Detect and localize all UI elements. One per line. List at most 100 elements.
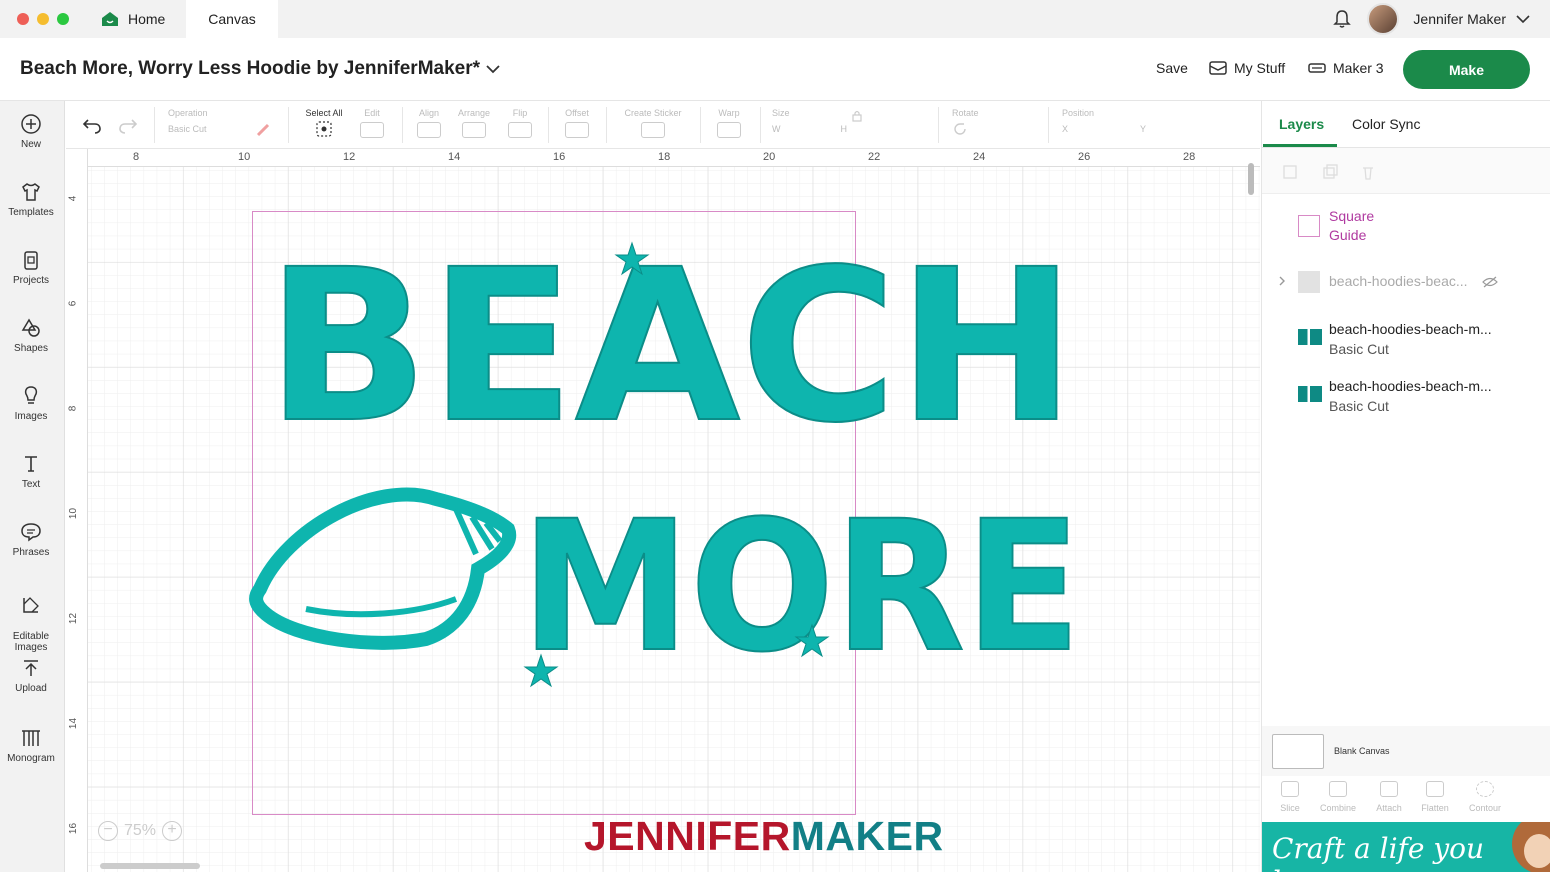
flatten-button[interactable]: Flatten xyxy=(1410,781,1460,813)
machine-selector[interactable]: Maker 3 xyxy=(1308,60,1384,76)
user-menu[interactable]: Jennifer Maker xyxy=(1333,0,1530,38)
chevron-down-icon[interactable] xyxy=(486,64,500,74)
minimize-window-button[interactable] xyxy=(37,13,49,25)
my-stuff-button[interactable]: My Stuff xyxy=(1209,60,1285,76)
attach-button[interactable]: Attach xyxy=(1364,781,1414,813)
maximize-window-button[interactable] xyxy=(57,13,69,25)
attach-label: Attach xyxy=(1376,803,1402,813)
lock-icon[interactable] xyxy=(852,110,862,122)
blank-canvas-layer[interactable]: Blank Canvas xyxy=(1262,726,1550,776)
blank-canvas-swatch[interactable] xyxy=(1272,734,1324,769)
chevron-right-icon[interactable] xyxy=(1278,275,1286,287)
ruler-tick-label: 26 xyxy=(1078,151,1091,163)
slice-icon xyxy=(1281,781,1299,797)
sidebar-label: Templates xyxy=(8,207,54,218)
ruler-tick-label: 12 xyxy=(343,151,356,163)
layer-group[interactable]: beach-hoodies-beac... xyxy=(1262,269,1550,297)
size-height-field[interactable]: H xyxy=(841,124,848,134)
pen-color-icon[interactable] xyxy=(256,123,272,137)
sidebar-item-text[interactable]: Text xyxy=(0,453,62,490)
warp-button[interactable]: Warp xyxy=(712,108,746,138)
edit-toolbar: Operation Basic Cut Select All Edit Alig… xyxy=(66,101,1260,149)
watermark-part-jennifer: JENNIFER xyxy=(584,813,791,859)
arrange-button[interactable]: Arrange xyxy=(454,108,494,138)
duplicate-icon[interactable] xyxy=(1322,164,1338,180)
layer-item[interactable]: Square Guide xyxy=(1262,205,1550,249)
ruler-tick-label: 8 xyxy=(133,151,140,163)
machine-icon xyxy=(1308,63,1326,73)
flip-button[interactable]: Flip xyxy=(506,108,534,138)
beach-more-design[interactable]: BEACH MORE xyxy=(246,209,1146,729)
position-x-field[interactable]: X xyxy=(1062,124,1068,134)
banner-text: Craft a life you love xyxy=(1272,832,1485,872)
sidebar-item-templates[interactable]: Templates xyxy=(0,181,62,218)
layer-name: Square xyxy=(1329,208,1375,224)
trash-icon[interactable] xyxy=(1360,164,1376,180)
edit-button[interactable]: Edit xyxy=(358,108,386,138)
combine-button[interactable]: Combine xyxy=(1313,781,1363,813)
contour-button[interactable]: Contour xyxy=(1460,781,1510,813)
sidebar-item-monogram[interactable]: Monogram xyxy=(0,727,62,764)
create-sticker-button[interactable]: Create Sticker xyxy=(618,108,688,138)
zoom-in-button[interactable]: + xyxy=(162,821,183,841)
slice-button[interactable]: Slice xyxy=(1265,781,1315,813)
undo-icon[interactable] xyxy=(82,118,102,134)
tab-color-sync[interactable]: Color Sync xyxy=(1352,116,1420,132)
offset-button[interactable]: Offset xyxy=(560,108,594,138)
seashell-graphic xyxy=(249,487,517,650)
sidebar-item-phrases[interactable]: Phrases xyxy=(0,521,62,558)
sidebar-item-upload[interactable]: Upload xyxy=(0,657,62,694)
align-icon xyxy=(417,122,441,138)
tab-layers[interactable]: Layers xyxy=(1279,116,1324,132)
toolbar-divider xyxy=(606,107,607,143)
select-all-button[interactable]: Select All xyxy=(302,108,346,139)
tab-canvas[interactable]: Canvas xyxy=(186,0,278,38)
layer-subtitle: Guide xyxy=(1329,227,1367,243)
ruler-vertical: 4 6 8 10 12 14 16 xyxy=(66,149,88,872)
layer-item[interactable]: beach-hoodies-beach-m... Basic Cut xyxy=(1262,319,1550,359)
make-button[interactable]: Make xyxy=(1403,50,1530,89)
sidebar-label: Editable Images xyxy=(12,631,50,653)
select-all-icon xyxy=(316,121,332,137)
save-button[interactable]: Save xyxy=(1156,60,1188,76)
sidebar-item-projects[interactable]: Projects xyxy=(0,249,62,286)
shirt-icon xyxy=(22,183,40,201)
group-icon[interactable] xyxy=(1282,164,1298,180)
bell-icon[interactable] xyxy=(1333,9,1352,29)
layer-name: beach-hoodies-beac... xyxy=(1329,273,1468,289)
align-button[interactable]: Align xyxy=(414,108,444,138)
tab-home[interactable]: Home xyxy=(86,0,186,38)
operation-dropdown[interactable]: Operation Basic Cut xyxy=(168,108,248,134)
close-window-button[interactable] xyxy=(17,13,29,25)
zoom-out-button[interactable]: − xyxy=(98,821,118,841)
ruler-tick-label: 10 xyxy=(68,507,80,520)
sidebar-item-images[interactable]: Images xyxy=(0,385,62,422)
size-width-field[interactable]: W xyxy=(772,124,781,134)
eye-hidden-icon[interactable] xyxy=(1482,276,1498,288)
chevron-down-icon[interactable] xyxy=(1516,14,1530,24)
sidebar-item-shapes[interactable]: Shapes xyxy=(0,317,62,354)
horizontal-scrollbar[interactable] xyxy=(100,863,200,869)
sidebar-item-new[interactable]: New xyxy=(0,113,62,150)
user-name: Jennifer Maker xyxy=(1413,11,1506,27)
layer-thumbnail xyxy=(1298,386,1322,402)
rotate-field[interactable]: Rotate xyxy=(952,108,1032,138)
project-title[interactable]: Beach More, Worry Less Hoodie by Jennife… xyxy=(20,58,480,80)
vertical-scrollbar[interactable] xyxy=(1248,163,1254,195)
avatar[interactable] xyxy=(1367,3,1400,35)
position-y-field[interactable]: Y xyxy=(1140,124,1146,134)
tab-canvas-label: Canvas xyxy=(208,11,256,27)
blank-canvas-label: Blank Canvas xyxy=(1334,746,1390,756)
redo-icon[interactable] xyxy=(118,118,138,134)
design-text-more: MORE xyxy=(521,483,1081,692)
editable-image-icon xyxy=(23,597,39,613)
upload-icon xyxy=(24,660,38,676)
layer-item[interactable]: beach-hoodies-beach-m... Basic Cut xyxy=(1262,376,1550,416)
lightbulb-icon xyxy=(24,386,38,404)
ruler-tick-label: 16 xyxy=(553,151,566,163)
layers-panel: Layers Color Sync Square Guide beach-hoo… xyxy=(1261,101,1550,872)
select-all-label: Select All xyxy=(305,108,343,118)
sidebar-item-editable-images[interactable]: Editable Images xyxy=(0,583,62,653)
text-icon xyxy=(25,456,37,472)
design-canvas[interactable]: BEACH MORE 8 10 12 14 16 18 20 22 24 26 … xyxy=(66,149,1260,872)
